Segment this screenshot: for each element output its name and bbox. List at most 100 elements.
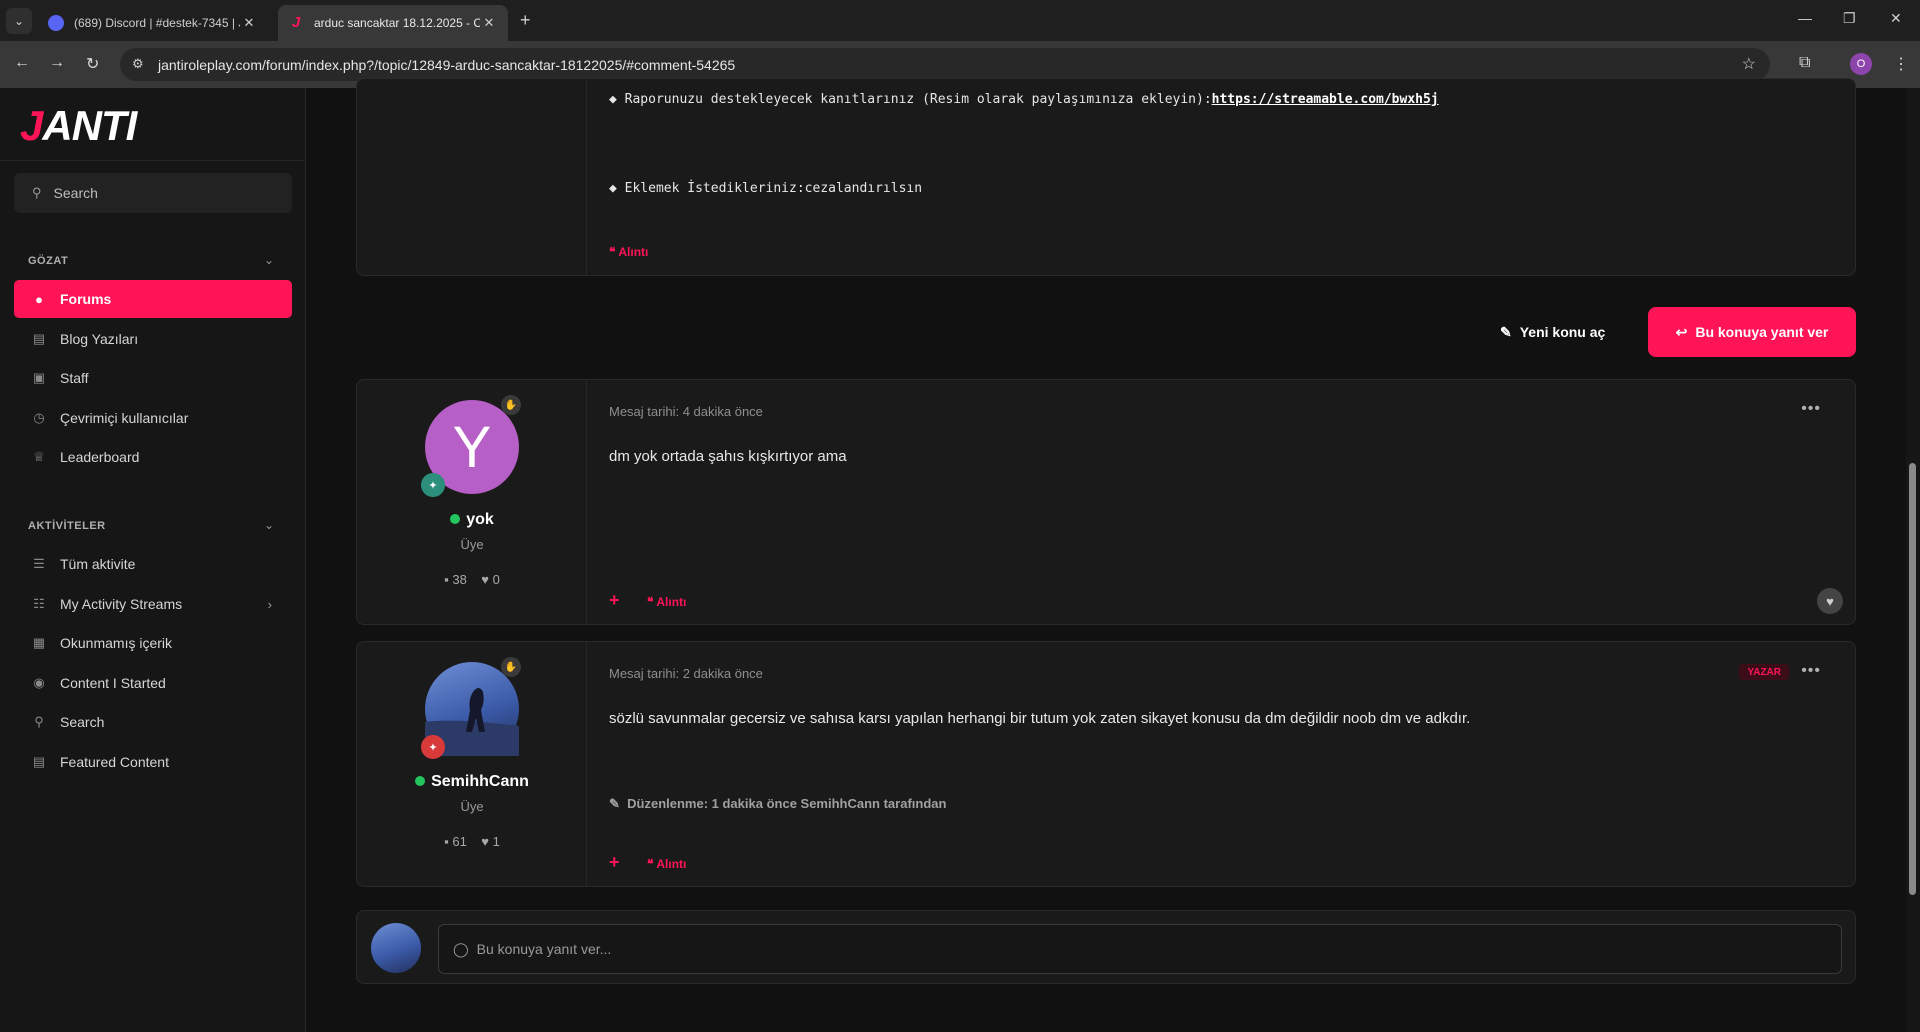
sidebar-item-label: Staff bbox=[60, 370, 89, 386]
reload-icon[interactable]: ↻ bbox=[86, 54, 99, 74]
like-heart-icon[interactable]: ♥ bbox=[1817, 588, 1843, 614]
sidebar-item-activity-streams[interactable]: ☷ My Activity Streams › bbox=[14, 585, 292, 623]
online-indicator bbox=[450, 514, 461, 524]
username[interactable]: SemihhCann bbox=[357, 773, 587, 791]
online-indicator bbox=[415, 776, 426, 786]
site-logo[interactable]: JANTI bbox=[20, 102, 137, 150]
restore-icon[interactable]: ❐ bbox=[1843, 10, 1856, 27]
sidebar-item-unread[interactable]: ▦ Okunmamış içerik bbox=[14, 624, 292, 662]
section-browse-header: GÖZAT bbox=[28, 255, 69, 267]
post-card: Y ✋ ✦ yok Üye ▪ 38 ♥ 0 Mesaj tarihi: 4 d… bbox=[356, 379, 1856, 625]
sidebar-item-all-activity[interactable]: ☰ Tüm aktivite bbox=[14, 545, 292, 583]
author-column bbox=[357, 79, 587, 275]
sidebar-item-label: My Activity Streams bbox=[60, 596, 183, 612]
chevron-right-icon: › bbox=[267, 596, 272, 612]
forum-page: JANTI ⚲ Search GÖZAT ⌄ ● Forums ▤ Blog Y… bbox=[0, 78, 1920, 1032]
sidebar-item-label: Leaderboard bbox=[60, 449, 140, 465]
post-card-previous: ◆ Raporunuzu destekleyecek kanıtlarınız … bbox=[356, 78, 1856, 276]
new-tab-icon[interactable]: + bbox=[520, 10, 531, 31]
evidence-link[interactable]: https://streamable.com/bwxh5j bbox=[1212, 92, 1439, 107]
post-evidence-line: ◆ Raporunuzu destekleyecek kanıtlarınız … bbox=[609, 92, 1439, 107]
id-card-icon: ▣ bbox=[32, 370, 46, 385]
extensions-icon[interactable]: ⧉ bbox=[1799, 54, 1810, 72]
url-text: jantiroleplay.com/forum/index.php?/topic… bbox=[158, 56, 736, 73]
quote-button[interactable]: ❝ Alıntı bbox=[609, 245, 648, 259]
sidebar-item-content-started[interactable]: ◉ Content I Started bbox=[14, 664, 292, 702]
stack-icon: ▦ bbox=[32, 635, 46, 650]
username[interactable]: yok bbox=[357, 511, 587, 529]
site-info-icon[interactable]: ⚙ bbox=[132, 56, 144, 72]
sidebar-item-search[interactable]: ⚲ Search bbox=[14, 703, 292, 741]
multiquote-plus-icon[interactable]: + bbox=[609, 590, 620, 611]
reply-input[interactable]: ◯ Bu konuya yanıt ver... bbox=[438, 924, 1842, 974]
edit-icon: ✎ bbox=[609, 796, 620, 811]
heart-icon: ♥ bbox=[481, 834, 489, 849]
rank-badge-icon: ✦ bbox=[421, 735, 445, 759]
tab-search-button[interactable]: ⌄ bbox=[6, 8, 32, 34]
url-field[interactable]: ⚙ jantiroleplay.com/forum/index.php?/top… bbox=[120, 48, 1770, 81]
sidebar-item-label: Blog Yazıları bbox=[60, 331, 139, 347]
comment-icon: ▪ bbox=[444, 572, 449, 587]
search-icon: ⚲ bbox=[32, 185, 42, 200]
divider bbox=[0, 160, 306, 161]
sidebar-search[interactable]: ⚲ Search bbox=[14, 173, 292, 213]
browser-tab-forum[interactable]: J arduc sancaktar 18.12.2025 - O ✕ bbox=[278, 5, 508, 41]
post-meta: Mesaj tarihi: 2 dakika önce bbox=[609, 666, 763, 681]
hand-wave-icon: ✋ bbox=[501, 657, 521, 677]
sidebar-item-label: Content I Started bbox=[60, 675, 166, 691]
post-card: ✋ ✦ SemihhCann Üye ▪ 61 ♥ 1 Mesaj tarihi… bbox=[356, 641, 1856, 887]
sidebar-item-label: Search bbox=[60, 714, 105, 730]
author-badge: YAZAR bbox=[1739, 664, 1789, 680]
sidebar-item-label: Forums bbox=[60, 291, 112, 307]
window-close-icon[interactable]: ✕ bbox=[1890, 10, 1902, 27]
sidebar-item-forums[interactable]: ● Forums bbox=[14, 280, 292, 318]
sidebar-item-staff[interactable]: ▣ Staff bbox=[14, 359, 292, 397]
post-options-icon[interactable]: ••• bbox=[1801, 662, 1821, 680]
scrollbar-thumb[interactable] bbox=[1909, 463, 1916, 895]
profile-avatar[interactable]: O bbox=[1850, 53, 1872, 75]
janti-favicon-icon: J bbox=[291, 14, 301, 31]
document-icon: ▤ bbox=[32, 754, 46, 769]
post-content: dm yok ortada şahıs kışkırtıyor ama bbox=[609, 448, 847, 465]
hand-wave-icon: ✋ bbox=[501, 395, 521, 415]
close-tab-icon[interactable]: ✕ bbox=[480, 15, 498, 31]
document-icon: ▤ bbox=[32, 331, 46, 346]
post-meta: Mesaj tarihi: 4 dakika önce bbox=[609, 404, 763, 419]
close-tab-icon[interactable]: ✕ bbox=[240, 15, 258, 31]
browser-menu-icon[interactable]: ⋮ bbox=[1893, 54, 1909, 74]
rank-badge-icon: ✦ bbox=[421, 473, 445, 497]
back-icon[interactable]: ← bbox=[14, 54, 30, 72]
new-topic-button[interactable]: ✎ Yeni konu aç bbox=[1500, 307, 1605, 357]
multiquote-plus-icon[interactable]: + bbox=[609, 852, 620, 873]
chat-bubble-icon: ● bbox=[35, 291, 43, 307]
post-options-icon[interactable]: ••• bbox=[1801, 400, 1821, 418]
sidebar-item-online-users[interactable]: ◷ Çevrimiçi kullanıcılar bbox=[14, 399, 292, 437]
bookmark-star-icon[interactable]: ☆ bbox=[1742, 54, 1756, 74]
sidebar: JANTI ⚲ Search GÖZAT ⌄ ● Forums ▤ Blog Y… bbox=[0, 88, 306, 1032]
sidebar-item-featured[interactable]: ▤ Featured Content bbox=[14, 743, 292, 781]
reply-topic-button[interactable]: ↩ Bu konuya yanıt ver bbox=[1648, 307, 1856, 357]
browser-tab-discord[interactable]: (689) Discord | #destek-7345 | J ✕ bbox=[38, 5, 268, 41]
search-icon: ⚲ bbox=[34, 714, 44, 729]
quote-button[interactable]: ❝ Alıntı bbox=[647, 595, 686, 609]
comment-icon: ◯ bbox=[453, 940, 469, 957]
sidebar-item-label: Okunmamış içerik bbox=[60, 635, 173, 651]
quote-button[interactable]: ❝ Alıntı bbox=[647, 857, 686, 871]
trophy-icon: ♕ bbox=[33, 449, 45, 464]
avatar bbox=[371, 923, 421, 973]
sidebar-item-label: Tüm aktivite bbox=[60, 556, 136, 572]
sidebar-item-label: Çevrimiçi kullanıcılar bbox=[60, 410, 189, 426]
sidebar-item-label: Featured Content bbox=[60, 754, 169, 770]
clock-icon: ◷ bbox=[33, 410, 45, 425]
tab-title: (689) Discord | #destek-7345 | J bbox=[74, 16, 240, 30]
chevron-down-icon[interactable]: ⌄ bbox=[264, 253, 274, 267]
minimize-icon[interactable]: — bbox=[1798, 10, 1812, 26]
forward-icon[interactable]: → bbox=[49, 54, 65, 72]
user-role: Üye bbox=[460, 537, 484, 552]
sidebar-item-leaderboard[interactable]: ♕ Leaderboard bbox=[14, 438, 292, 476]
list-icon: ☰ bbox=[33, 556, 45, 571]
sidebar-item-blog[interactable]: ▤ Blog Yazıları bbox=[14, 320, 292, 358]
discord-favicon-icon bbox=[48, 15, 64, 31]
chevron-down-icon[interactable]: ⌄ bbox=[264, 518, 274, 532]
list-check-icon: ☷ bbox=[33, 596, 45, 611]
